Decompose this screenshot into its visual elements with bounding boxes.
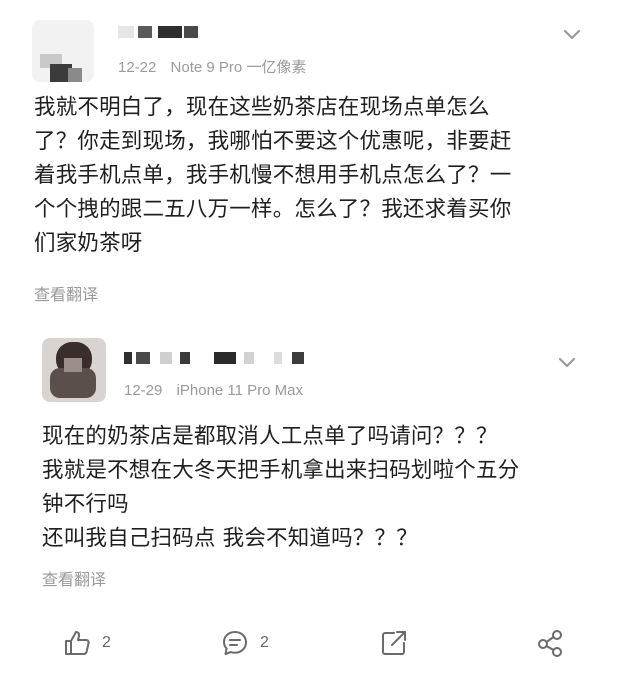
view-translation-link[interactable]: 查看翻译 bbox=[42, 566, 106, 590]
comment-date: 12-22 bbox=[118, 59, 157, 76]
comment-line: 我就不明白了，现在这些奶茶店在现场点单怎么 bbox=[34, 95, 490, 120]
comment-bubble-icon bbox=[220, 628, 250, 658]
like-count: 2 bbox=[102, 634, 111, 651]
comment-item: 12-29 iPhone 11 Pro Max 现在的奶茶店是都取消人工点单了吗… bbox=[0, 318, 618, 618]
comment-device: Note 9 Pro 一亿像素 bbox=[170, 59, 307, 76]
comment-line: 现在的奶茶店是都取消人工点单了吗请问？？？ bbox=[42, 424, 498, 449]
comment-line: 我就是不想在大冬天把手机拿出来扫码划啦个五分 bbox=[42, 458, 520, 483]
comment-line: 了？你走到现场，我哪怕不要这个优惠呢，非要赶 bbox=[34, 129, 512, 154]
comment-line: 着我手机点单，我手机慢不想用手机点怎么了？一 bbox=[34, 163, 512, 188]
network-share-icon bbox=[535, 628, 565, 658]
like-button[interactable]: 2 bbox=[62, 626, 111, 660]
comment-line: 们家奶茶呀 bbox=[34, 231, 143, 256]
thumbs-up-icon bbox=[62, 628, 92, 658]
comment-count: 2 bbox=[260, 634, 269, 651]
comment-date: 12-29 bbox=[124, 382, 163, 399]
username[interactable] bbox=[124, 352, 314, 370]
comment-meta: 12-29 iPhone 11 Pro Max bbox=[124, 382, 313, 399]
chevron-down-icon[interactable] bbox=[555, 350, 579, 374]
username[interactable] bbox=[118, 26, 198, 44]
comment-line: 钟不行吗 bbox=[42, 492, 129, 517]
comment-button[interactable]: 2 bbox=[220, 626, 269, 660]
avatar[interactable] bbox=[32, 20, 94, 82]
chevron-down-icon[interactable] bbox=[560, 22, 584, 46]
view-translation-link[interactable]: 查看翻译 bbox=[34, 281, 98, 305]
comment-line: 还叫我自己扫码点 我会不知道吗？？？ bbox=[42, 526, 418, 551]
comment-device: iPhone 11 Pro Max bbox=[176, 382, 304, 399]
more-share-button[interactable] bbox=[535, 626, 565, 660]
avatar[interactable] bbox=[42, 338, 106, 402]
comment-item: 12-22 Note 9 Pro 一亿像素 我就不明白了，现在这些奶茶店在现场点… bbox=[0, 0, 618, 318]
comment-body: 现在的奶茶店是都取消人工点单了吗请问？？？ 我就是不想在大冬天把手机拿出来扫码划… bbox=[42, 420, 519, 556]
comment-line: 个个拽的跟二五八万一样。怎么了？我还求着买你 bbox=[34, 197, 512, 222]
action-bar: 2 2 bbox=[0, 618, 618, 668]
share-button[interactable] bbox=[379, 626, 409, 660]
comment-meta: 12-22 Note 9 Pro 一亿像素 bbox=[118, 56, 316, 77]
share-icon bbox=[379, 628, 409, 658]
comment-body: 我就不明白了，现在这些奶茶店在现场点单怎么 了？你走到现场，我哪怕不要这个优惠呢… bbox=[34, 91, 511, 261]
